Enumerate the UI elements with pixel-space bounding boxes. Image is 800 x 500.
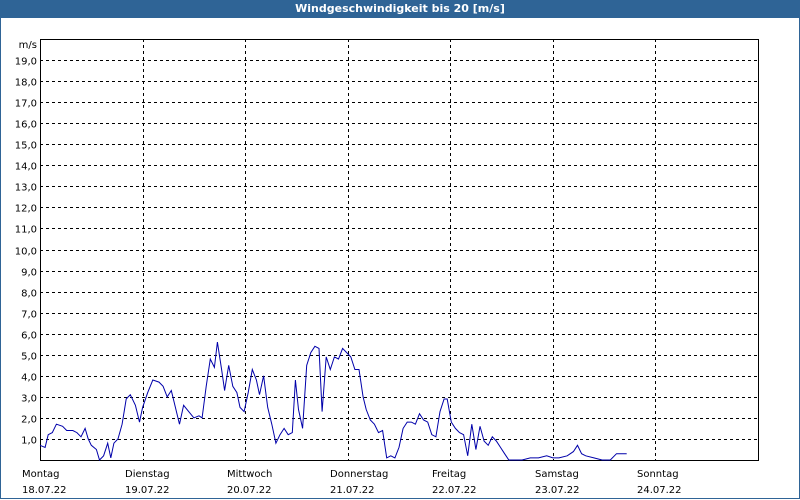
- x-tick-day: Freitag: [432, 469, 466, 480]
- x-tick-date: 19.07.22: [125, 485, 170, 496]
- wind-speed-line: [39, 342, 627, 461]
- y-tick-label: 19,0: [15, 57, 37, 68]
- x-tick-date: 21.07.22: [330, 485, 375, 496]
- x-tick-day: Sonntag: [637, 469, 679, 480]
- x-tick-day: Mittwoch: [227, 469, 272, 480]
- y-tick-label: 11,0: [15, 225, 37, 236]
- y-tick-label: 18,0: [15, 78, 37, 89]
- y-tick-label: 6,0: [21, 331, 37, 342]
- y-tick-label: 3,0: [21, 394, 37, 405]
- y-tick-label: 4,0: [21, 373, 37, 384]
- y-tick-label: 16,0: [15, 120, 37, 131]
- y-tick-label: 15,0: [15, 141, 37, 152]
- x-tick-date: 22.07.22: [432, 485, 477, 496]
- y-tick-label: 7,0: [21, 310, 37, 321]
- x-tick-day: Donnerstag: [330, 469, 388, 480]
- y-tick-label: 9,0: [21, 268, 37, 279]
- y-tick-label: 13,0: [15, 183, 37, 194]
- line-chart: 1,0 2,0 3,0 4,0 5,0 6,0 7,0 8,0 9,0 10,0 11,0 12,0 1…: [15, 39, 759, 496]
- y-tick-label: 8,0: [21, 289, 37, 300]
- x-tick-date: 23.07.22: [535, 485, 580, 496]
- x-tick-day: Samstag: [535, 469, 579, 480]
- x-tick-date: 20.07.22: [227, 485, 272, 496]
- y-tick-label: 1,0: [21, 436, 37, 447]
- y-tick-label: 10,0: [15, 247, 37, 258]
- x-tick-labels: Montag 18.07.22 Dienstag 19.07.22 Mittwoch 20…: [22, 469, 682, 496]
- x-tick-date: 24.07.22: [637, 485, 682, 496]
- x-tick-day: Montag: [22, 469, 59, 480]
- y-axis-label: m/s: [19, 40, 37, 51]
- grid: [40, 39, 758, 460]
- y-tick-label: 12,0: [15, 204, 37, 215]
- y-tick-labels: 1,0 2,0 3,0 4,0 5,0 6,0 7,0 8,0 9,0 10,0 11,0 12,0 1…: [15, 57, 37, 447]
- y-tick-label: 14,0: [15, 162, 37, 173]
- x-tick-day: Dienstag: [125, 469, 170, 480]
- y-tick-label: 5,0: [21, 352, 37, 363]
- y-tick-label: 17,0: [15, 99, 37, 110]
- y-tick-label: 2,0: [21, 415, 37, 426]
- x-tick-date: 18.07.22: [22, 485, 67, 496]
